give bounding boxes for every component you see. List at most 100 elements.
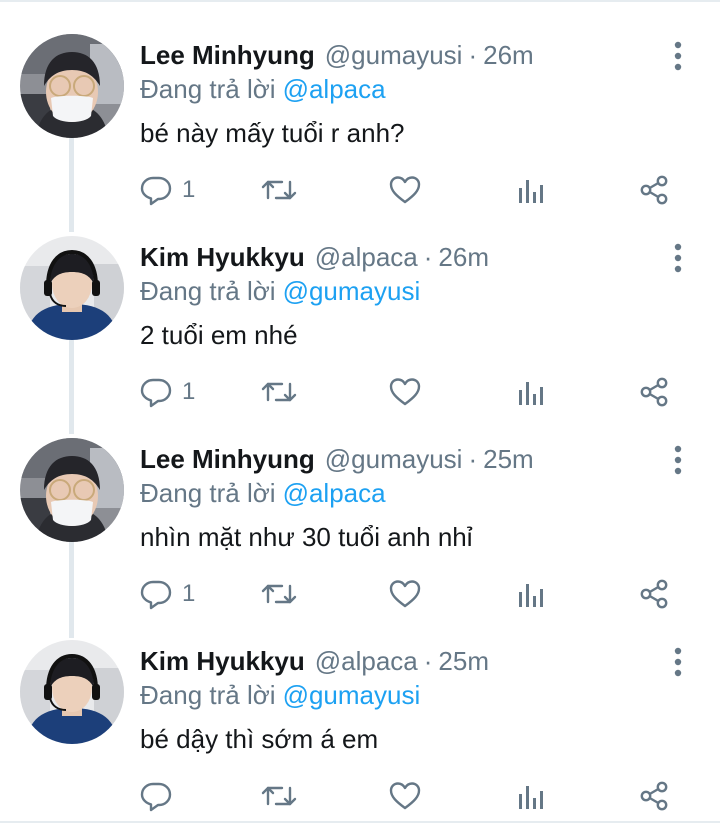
heart-icon: [389, 580, 421, 608]
separator-dot: ·: [468, 444, 478, 474]
more-vertical-icon: [674, 647, 682, 677]
share-icon: [640, 377, 668, 407]
reply-icon: [140, 782, 172, 812]
tweet-actions: 1: [140, 574, 700, 614]
more-vertical-icon: [674, 445, 682, 475]
tweet-actions: 1: [140, 372, 700, 412]
more-options-button[interactable]: [664, 38, 692, 74]
timestamp[interactable]: 26m: [438, 242, 489, 272]
analytics-button[interactable]: [516, 776, 546, 816]
retweet-button[interactable]: [260, 776, 298, 816]
avatar[interactable]: [20, 640, 124, 744]
reply-count: 1: [182, 378, 196, 405]
display-name[interactable]: Kim Hyukkyu: [140, 242, 305, 272]
analytics-button[interactable]: [516, 372, 546, 412]
tweet[interactable]: Kim Hyukkyu @alpaca · 25m Đang trả lời @guma…: [0, 610, 720, 812]
reply-count: 1: [182, 176, 196, 203]
tweet-actions: [140, 776, 700, 816]
retweet-icon: [261, 584, 297, 604]
replying-to-handle[interactable]: @gumayusi: [283, 276, 421, 306]
retweet-icon: [261, 382, 297, 402]
masked-person-avatar: [20, 438, 124, 542]
tweet[interactable]: Lee Minhyung @gumayusi · 25m Đang trả lời @a…: [0, 408, 720, 610]
heart-icon: [389, 176, 421, 204]
retweet-button[interactable]: [260, 170, 298, 210]
user-handle[interactable]: @alpaca: [315, 646, 418, 676]
like-button[interactable]: [388, 776, 422, 816]
timestamp[interactable]: 26m: [483, 40, 534, 70]
retweet-icon: [261, 180, 297, 200]
top-divider: [0, 0, 720, 2]
more-options-button[interactable]: [664, 442, 692, 478]
share-icon: [640, 781, 668, 811]
reply-button[interactable]: 1: [140, 372, 195, 412]
reply-icon: [140, 176, 172, 206]
analytics-icon: [519, 584, 543, 607]
tweet-text: bé này mấy tuổi r anh?: [140, 118, 405, 148]
tweet-text: nhìn mặt như 30 tuổi anh nhỉ: [140, 522, 473, 552]
separator-dot: ·: [468, 40, 478, 70]
replying-to-handle[interactable]: @alpaca: [283, 478, 386, 508]
analytics-icon: [519, 786, 543, 809]
display-name[interactable]: Kim Hyukkyu: [140, 646, 305, 676]
retweet-button[interactable]: [260, 372, 298, 412]
tweet-text: 2 tuổi em nhé: [140, 320, 298, 350]
like-button[interactable]: [388, 170, 422, 210]
tweet[interactable]: Lee Minhyung @gumayusi · 26m Đang trả lời @a…: [0, 4, 720, 206]
replying-to-label: Đang trả lời: [140, 74, 276, 104]
avatar[interactable]: [20, 236, 124, 340]
avatar[interactable]: [20, 34, 124, 138]
analytics-button[interactable]: [516, 170, 546, 210]
display-name[interactable]: Lee Minhyung: [140, 444, 315, 474]
tweet-text: bé dậy thì sớm á em: [140, 724, 379, 754]
tweet-header: Kim Hyukkyu @alpaca · 26m: [140, 240, 489, 274]
separator-dot: ·: [423, 242, 433, 272]
bottom-divider: [0, 821, 720, 823]
replying-to-handle[interactable]: @alpaca: [283, 74, 386, 104]
like-button[interactable]: [388, 372, 422, 412]
share-button[interactable]: [638, 574, 670, 614]
more-options-button[interactable]: [664, 240, 692, 276]
analytics-icon: [519, 382, 543, 405]
share-button[interactable]: [638, 170, 670, 210]
replying-to: Đang trả lời @gumayusi: [140, 678, 420, 712]
share-button[interactable]: [638, 776, 670, 816]
user-handle[interactable]: @alpaca: [315, 242, 418, 272]
more-vertical-icon: [674, 41, 682, 71]
replying-to-label: Đang trả lời: [140, 680, 276, 710]
tweet-header: Lee Minhyung @gumayusi · 26m: [140, 38, 534, 72]
replying-to-label: Đang trả lời: [140, 478, 276, 508]
timestamp[interactable]: 25m: [483, 444, 534, 474]
timestamp[interactable]: 25m: [438, 646, 489, 676]
tweet-header: Lee Minhyung @gumayusi · 25m: [140, 442, 534, 476]
reply-count: 1: [182, 580, 196, 607]
replying-to: Đang trả lời @alpaca: [140, 72, 386, 106]
reply-icon: [140, 580, 172, 610]
masked-person-avatar: [20, 34, 124, 138]
retweet-icon: [261, 786, 297, 806]
like-button[interactable]: [388, 574, 422, 614]
replying-to-handle[interactable]: @gumayusi: [283, 680, 421, 710]
display-name[interactable]: Lee Minhyung: [140, 40, 315, 70]
replying-to: Đang trả lời @alpaca: [140, 476, 386, 510]
separator-dot: ·: [423, 646, 433, 676]
reply-button[interactable]: [140, 776, 182, 816]
headset-person-avatar: [20, 640, 124, 744]
retweet-button[interactable]: [260, 574, 298, 614]
user-handle[interactable]: @gumayusi: [325, 444, 463, 474]
tweet-header: Kim Hyukkyu @alpaca · 25m: [140, 644, 489, 678]
reply-button[interactable]: 1: [140, 574, 195, 614]
analytics-button[interactable]: [516, 574, 546, 614]
more-vertical-icon: [674, 243, 682, 273]
analytics-icon: [519, 180, 543, 203]
heart-icon: [389, 378, 421, 406]
avatar[interactable]: [20, 438, 124, 542]
more-options-button[interactable]: [664, 644, 692, 680]
headset-person-avatar: [20, 236, 124, 340]
reply-button[interactable]: 1: [140, 170, 195, 210]
tweet[interactable]: Kim Hyukkyu @alpaca · 26m Đang trả lời @guma…: [0, 206, 720, 408]
reply-icon: [140, 378, 172, 408]
share-button[interactable]: [638, 372, 670, 412]
user-handle[interactable]: @gumayusi: [325, 40, 463, 70]
replying-to: Đang trả lời @gumayusi: [140, 274, 420, 308]
